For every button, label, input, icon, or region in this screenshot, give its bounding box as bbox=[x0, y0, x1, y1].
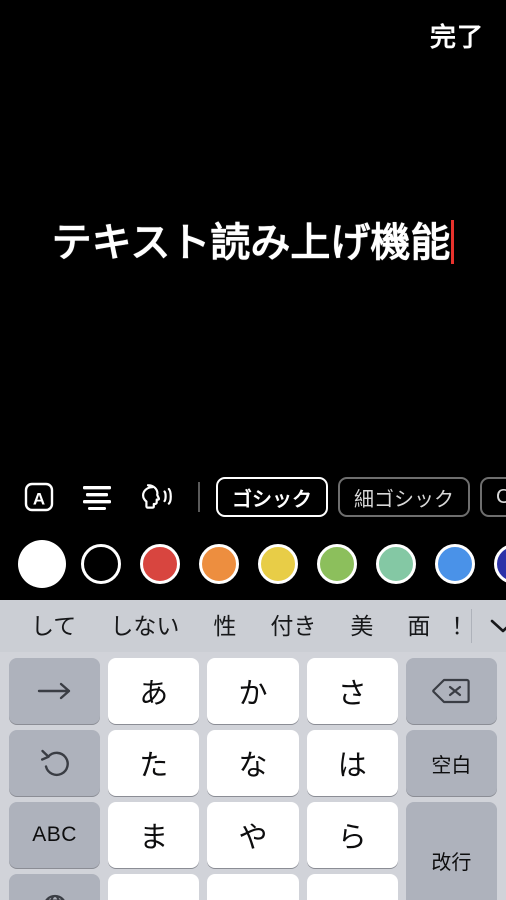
key-ha[interactable]: は bbox=[306, 730, 398, 796]
key-abc[interactable]: ABC bbox=[9, 802, 101, 868]
suggestion-item[interactable]: しない bbox=[93, 614, 196, 638]
key-globe[interactable] bbox=[9, 874, 101, 900]
svg-text:A: A bbox=[33, 490, 45, 509]
suggestion-item-partial[interactable]: ！ bbox=[451, 615, 465, 638]
key-arrow-right[interactable] bbox=[9, 658, 101, 724]
screen-root: 完了 テキスト読み上げ機能 A ゴシック 細ゴシック C して しない 性 付き… bbox=[0, 0, 506, 900]
backspace-icon bbox=[432, 678, 471, 704]
suggestion-divider bbox=[471, 609, 473, 643]
color-swatch-red[interactable] bbox=[140, 544, 180, 584]
key-ka[interactable]: か bbox=[207, 658, 299, 724]
key-na[interactable]: な bbox=[207, 730, 299, 796]
key-space[interactable]: 空白 bbox=[405, 730, 498, 796]
suggestion-item[interactable]: して bbox=[14, 614, 93, 638]
suggestion-item[interactable]: 美 bbox=[333, 614, 390, 638]
font-chip-gothic[interactable]: ゴシック bbox=[216, 477, 328, 517]
key-sa[interactable]: さ bbox=[306, 658, 398, 724]
toolbar-divider bbox=[198, 482, 200, 512]
key-row: あ か さ bbox=[5, 658, 501, 724]
key-ya[interactable]: や bbox=[207, 802, 299, 868]
suggestion-item[interactable]: 付き bbox=[253, 614, 333, 638]
color-palette bbox=[0, 528, 506, 600]
color-swatch-black[interactable] bbox=[81, 544, 121, 584]
key-grid: あ か さ た な は 空白 ABC ま や ら 改行 bbox=[0, 652, 506, 900]
canvas-text[interactable]: テキスト読み上げ機能 bbox=[52, 220, 451, 266]
text-canvas[interactable]: テキスト読み上げ機能 bbox=[0, 74, 506, 448]
format-toolbar: A ゴシック 細ゴシック Cl bbox=[0, 466, 506, 528]
done-button[interactable]: 完了 bbox=[430, 24, 484, 50]
arrow-right-icon bbox=[37, 682, 70, 700]
canvas-text-wrapper: テキスト読み上げ機能 bbox=[52, 220, 455, 266]
key-ta[interactable]: た bbox=[108, 730, 200, 796]
suggestion-item[interactable]: 面 bbox=[390, 614, 447, 638]
color-swatch-green[interactable] bbox=[317, 544, 357, 584]
color-swatch-orange[interactable] bbox=[199, 544, 239, 584]
text-style-icon[interactable]: A bbox=[16, 474, 62, 520]
text-align-icon[interactable] bbox=[74, 474, 120, 520]
color-swatch-light-blue[interactable] bbox=[435, 544, 475, 584]
key-small-kana[interactable] bbox=[108, 874, 200, 900]
globe-icon bbox=[44, 894, 65, 900]
key-return[interactable]: 改行 bbox=[405, 802, 498, 900]
top-bar: 完了 bbox=[0, 0, 506, 74]
color-swatch-white[interactable] bbox=[18, 540, 66, 588]
keyboard: して しない 性 付き 美 面 ！ あ bbox=[0, 600, 506, 900]
key-punct[interactable] bbox=[306, 874, 398, 900]
key-ra[interactable]: ら bbox=[306, 802, 398, 868]
font-chip-thin-gothic[interactable]: 細ゴシック bbox=[338, 477, 470, 517]
suggestion-item[interactable]: 性 bbox=[196, 614, 253, 638]
key-undo[interactable] bbox=[9, 730, 101, 796]
key-wa[interactable] bbox=[207, 874, 299, 900]
key-ma[interactable]: ま bbox=[108, 802, 200, 868]
font-chip-third[interactable]: Cl bbox=[480, 477, 506, 517]
suggestion-bar: して しない 性 付き 美 面 ！ bbox=[0, 600, 506, 652]
color-swatch-dark-blue[interactable] bbox=[494, 544, 506, 584]
undo-icon bbox=[40, 749, 69, 776]
key-backspace[interactable] bbox=[405, 658, 498, 724]
text-caret bbox=[451, 220, 455, 264]
color-swatch-yellow[interactable] bbox=[258, 544, 298, 584]
color-swatch-teal-green[interactable] bbox=[376, 544, 416, 584]
key-row: た な は 空白 bbox=[5, 730, 501, 796]
chevron-down-icon[interactable] bbox=[480, 603, 506, 649]
text-to-speech-icon[interactable] bbox=[132, 474, 178, 520]
key-a[interactable]: あ bbox=[108, 658, 200, 724]
